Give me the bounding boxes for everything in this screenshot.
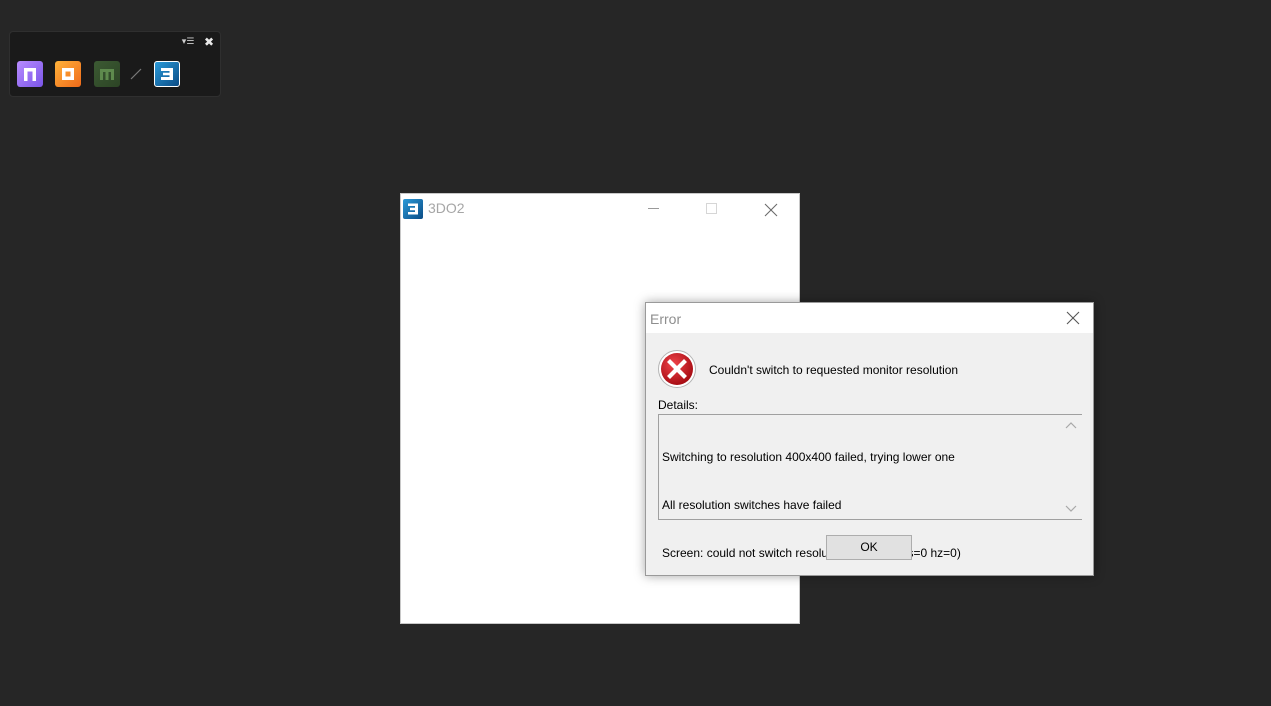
details-text: Switching to resolution 400x400 failed, …: [662, 417, 1057, 593]
error-message: Couldn't switch to requested monitor res…: [709, 363, 959, 377]
3-logo-icon: [408, 203, 418, 215]
window-close-button[interactable]: [747, 194, 793, 224]
launcher-close-icon[interactable]: ✖: [202, 35, 216, 49]
details-line: All resolution switches have failed: [662, 498, 842, 512]
dialog-title: Error: [650, 311, 682, 327]
n-logo-icon: [24, 68, 36, 81]
separator-icon: [130, 68, 142, 80]
app-window-title: 3DO2: [428, 200, 465, 216]
scroll-up-icon[interactable]: [1065, 421, 1077, 429]
launcher-app-o[interactable]: [55, 61, 81, 87]
ok-button[interactable]: OK: [826, 535, 912, 560]
error-icon: [658, 350, 696, 388]
scroll-down-icon[interactable]: [1065, 505, 1077, 513]
details-label: Details:: [658, 398, 699, 412]
details-textbox[interactable]: Switching to resolution 400x400 failed, …: [658, 414, 1082, 560]
details-scrollbar[interactable]: [1060, 415, 1082, 519]
dialog-close-button[interactable]: [1052, 303, 1092, 333]
close-icon: [1066, 311, 1080, 325]
maximize-icon: [706, 203, 717, 214]
launcher-toolbar: ▾☰ ✖: [9, 31, 221, 97]
o-logo-icon: [62, 68, 74, 80]
app-window-titlebar[interactable]: 3DO2: [401, 194, 799, 224]
maximize-button[interactable]: [689, 194, 735, 224]
close-icon: [764, 203, 778, 217]
dialog-titlebar[interactable]: Error: [646, 303, 1093, 333]
minimize-icon: [648, 208, 659, 209]
launcher-app-3do2[interactable]: [154, 61, 180, 87]
minimize-button[interactable]: [631, 194, 677, 224]
launcher-app-n[interactable]: [17, 61, 43, 87]
launcher-app-m[interactable]: [94, 61, 120, 87]
error-dialog: Error Couldn't switch to requested monit…: [645, 302, 1094, 576]
details-line: Switching to resolution 400x400 failed, …: [662, 450, 955, 464]
dropdown-menu-icon[interactable]: ▾☰: [180, 36, 196, 48]
m-logo-icon: [100, 69, 114, 80]
3-logo-icon: [161, 68, 173, 80]
app-icon: [403, 199, 423, 219]
